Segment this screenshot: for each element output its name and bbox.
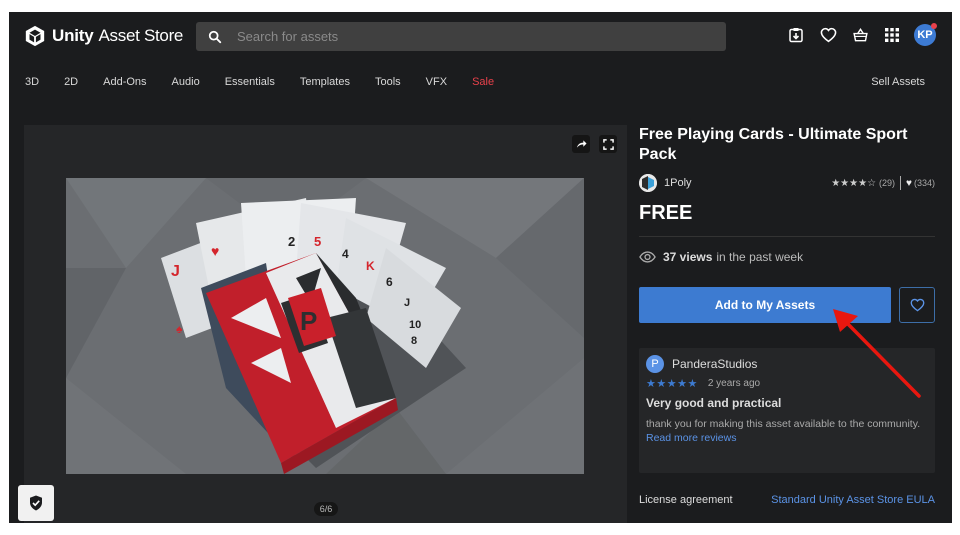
basket-icon <box>852 28 868 42</box>
license-label: License agreement <box>639 494 733 506</box>
rating-separator <box>900 176 902 190</box>
heart-icon <box>820 27 836 43</box>
nav-item-audio[interactable]: Audio <box>172 76 200 88</box>
nav-item-essentials[interactable]: Essentials <box>225 76 275 88</box>
privacy-shield-button[interactable] <box>18 485 54 521</box>
product-details-panel: Free Playing Cards - Ultimate Sport Pack… <box>639 125 935 506</box>
nav-item-3d[interactable]: 3D <box>25 76 39 88</box>
product-title: Free Playing Cards - Ultimate Sport Pack <box>639 126 908 163</box>
downloads-button[interactable] <box>786 25 806 45</box>
publisher-logo-icon <box>639 174 657 192</box>
reviewer-name: PanderaStudios <box>672 357 758 371</box>
nav-item-2d[interactable]: 2D <box>64 76 78 88</box>
read-more-reviews-link[interactable]: Read more reviews <box>646 432 928 444</box>
logo-text-asset-store: Asset Store <box>98 26 184 45</box>
review-header: P PanderaStudios <box>646 355 928 373</box>
shield-check-icon <box>30 495 42 511</box>
nav-item-tools[interactable]: Tools <box>375 76 401 88</box>
license-row: License agreement Standard Unity Asset S… <box>639 494 935 506</box>
svg-text:8: 8 <box>411 335 417 347</box>
svg-text:10: 10 <box>409 319 421 331</box>
reviewer-avatar: P <box>646 355 664 373</box>
review-body: thank you for making this asset availabl… <box>646 418 921 430</box>
share-arrow-icon <box>576 140 587 148</box>
playing-cards-render: J ♥ 2 5 4 K 6 J 10 8 ♠ P <box>66 178 584 474</box>
user-avatar[interactable]: KP <box>914 23 937 46</box>
unity-asset-store-logo[interactable]: Unity Asset Store <box>24 25 183 47</box>
svg-text:♥: ♥ <box>211 243 219 259</box>
product-screenshot[interactable]: J ♥ 2 5 4 K 6 J 10 8 ♠ P <box>66 178 584 474</box>
nav-item-templates[interactable]: Templates <box>300 76 350 88</box>
svg-text:K: K <box>366 259 375 273</box>
search-icon <box>208 30 222 43</box>
app-window: Unity Asset Store Search for assets KP 3… <box>9 12 952 523</box>
svg-text:P: P <box>300 306 317 336</box>
nav-item-vfx[interactable]: VFX <box>426 76 447 88</box>
publisher-row: 1Poly ★★★★☆ (29) ♥ (334) <box>639 174 935 192</box>
rating-stars: ★★★★☆ <box>831 177 877 189</box>
favorite-heart-icon: ♥ <box>906 177 912 189</box>
wishlist-button[interactable] <box>818 25 838 45</box>
review-meta: ★★★★★ 2 years ago <box>646 377 928 390</box>
views-count: 37 views <box>663 250 713 264</box>
fullscreen-button[interactable] <box>599 135 617 153</box>
sell-assets-link[interactable]: Sell Assets <box>871 76 925 88</box>
svg-text:5: 5 <box>314 234 321 249</box>
header-actions: KP <box>774 23 937 46</box>
image-counter: 6/6 <box>314 502 338 516</box>
eye-icon <box>639 251 656 263</box>
heart-outline-icon <box>910 298 924 312</box>
review-time: 2 years ago <box>707 378 761 389</box>
unity-cube-icon <box>25 25 45 47</box>
apps-button[interactable] <box>882 25 902 45</box>
downloads-icon <box>789 28 803 43</box>
svg-text:2: 2 <box>288 234 295 249</box>
avatar-initials: KP <box>917 29 933 41</box>
svg-text:J: J <box>171 263 180 280</box>
rating-count: (29) <box>879 178 896 188</box>
license-link[interactable]: Standard Unity Asset Store EULA <box>771 494 935 506</box>
favorites-count: (334) <box>913 178 935 188</box>
rating-summary[interactable]: ★★★★☆ (29) ♥ (334) <box>831 176 935 190</box>
notification-dot <box>931 23 937 29</box>
add-to-my-assets-button[interactable]: Add to My Assets <box>639 287 891 323</box>
share-button[interactable] <box>572 135 590 153</box>
views-suffix: in the past week <box>716 250 804 264</box>
search-input[interactable] <box>237 29 677 44</box>
top-bar: Unity Asset Store Search for assets KP <box>9 12 952 64</box>
nav-item-sale[interactable]: Sale <box>472 76 494 88</box>
apps-grid-icon <box>885 28 899 42</box>
svg-text:6: 6 <box>386 275 393 289</box>
svg-text:J: J <box>404 297 410 309</box>
views-info: 37 views in the past week <box>639 250 935 264</box>
purchase-actions: Add to My Assets <box>639 287 935 323</box>
product-gallery: J ♥ 2 5 4 K 6 J 10 8 ♠ P 6/6 <box>24 125 627 523</box>
search-bar[interactable] <box>196 22 726 51</box>
svg-text:4: 4 <box>342 247 349 261</box>
product-price: FREE <box>639 202 693 224</box>
add-to-wishlist-button[interactable] <box>899 287 935 323</box>
category-nav: 3D 2D Add-Ons Audio Essentials Templates… <box>9 64 952 100</box>
cart-button[interactable] <box>850 25 870 45</box>
logo-text-unity: Unity <box>52 26 94 45</box>
fullscreen-icon <box>602 138 614 150</box>
publisher-name[interactable]: 1Poly <box>664 177 692 189</box>
publisher-avatar[interactable] <box>639 174 657 192</box>
review-title: Very good and practical <box>646 396 782 410</box>
svg-text:♠: ♠ <box>176 322 183 336</box>
review-stars: ★★★★★ <box>646 378 698 390</box>
divider <box>639 236 935 237</box>
review-card: P PanderaStudios ★★★★★ 2 years ago Very … <box>639 348 935 473</box>
nav-item-add-ons[interactable]: Add-Ons <box>103 76 146 88</box>
